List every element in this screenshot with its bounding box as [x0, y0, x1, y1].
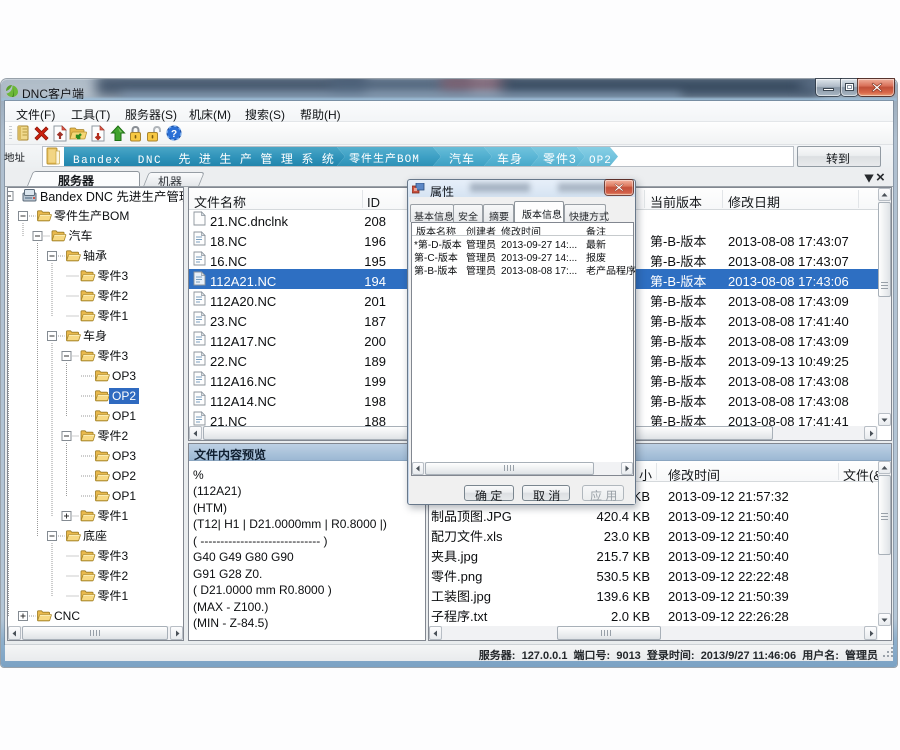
svg-text:?: ? — [171, 129, 177, 140]
